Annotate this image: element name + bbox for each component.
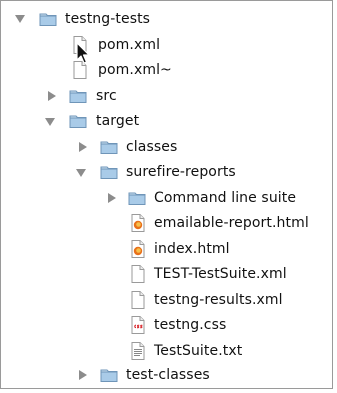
- folder-icon: [69, 87, 87, 105]
- tree-row-testng-tests[interactable]: testng-tests: [1, 7, 332, 31]
- tree-item-label: surefire-reports: [126, 164, 236, 180]
- tree-item-label: target: [96, 113, 140, 129]
- collapsed-triangle-icon[interactable]: [107, 193, 117, 203]
- tree-item-label: TEST-TestSuite.xml: [154, 266, 287, 282]
- blank-document-icon: [129, 291, 147, 309]
- tree-item-label: classes: [126, 139, 178, 155]
- expanded-triangle-icon[interactable]: [45, 117, 55, 127]
- html-document-icon: [129, 240, 147, 258]
- tree-item-label: emailable-report.html: [154, 215, 309, 231]
- tree-row-target[interactable]: target: [1, 109, 332, 133]
- tree-row-pom-xml[interactable]: pom.xml: [1, 33, 332, 57]
- expanded-triangle-icon[interactable]: [15, 14, 25, 24]
- blank-document-icon: [129, 265, 147, 283]
- css-document-icon: [129, 316, 147, 334]
- collapsed-triangle-icon[interactable]: [47, 91, 57, 101]
- tree-row-emailable-report[interactable]: emailable-report.html: [1, 211, 332, 235]
- text-document-icon: [129, 342, 147, 360]
- collapsed-triangle-icon[interactable]: [78, 142, 88, 152]
- tree-row-surefire-reports[interactable]: surefire-reports: [1, 160, 332, 184]
- collapsed-triangle-icon[interactable]: [78, 370, 88, 380]
- file-tree-panel: testng-tests pom.xml pom.xml~ src target…: [0, 0, 333, 389]
- tree-item-label: test-classes: [126, 367, 210, 383]
- tree-row-classes[interactable]: classes: [1, 135, 332, 159]
- tree-item-label: Command line suite: [154, 190, 297, 206]
- folder-icon: [39, 10, 57, 28]
- tree-row-test-testsuite-xml[interactable]: TEST-TestSuite.xml: [1, 262, 332, 286]
- tree-row-testng-css[interactable]: testng.css: [1, 313, 332, 337]
- tree-row-src[interactable]: src: [1, 84, 332, 108]
- tree-row-pom-xml-backup[interactable]: pom.xml~: [1, 58, 332, 82]
- html-document-icon: [129, 214, 147, 232]
- tree-row-testng-results-xml[interactable]: testng-results.xml: [1, 288, 332, 312]
- tree-item-label: TestSuite.txt: [154, 343, 243, 359]
- tree-row-testsuite-txt[interactable]: TestSuite.txt: [1, 339, 332, 363]
- folder-icon: [100, 138, 118, 156]
- folder-icon: [100, 163, 118, 181]
- tree-item-label: pom.xml~: [98, 62, 172, 78]
- mouse-pointer-icon: [76, 42, 92, 66]
- folder-icon: [100, 366, 118, 384]
- expanded-triangle-icon[interactable]: [76, 168, 86, 178]
- tree-item-label: testng.css: [154, 317, 227, 333]
- tree-item-label: testng-tests: [65, 11, 151, 27]
- folder-icon: [69, 112, 87, 130]
- tree-item-label: index.html: [154, 241, 230, 257]
- tree-row-index-html[interactable]: index.html: [1, 237, 332, 261]
- tree-row-command-line-suite[interactable]: Command line suite: [1, 186, 332, 210]
- folder-icon: [128, 189, 146, 207]
- tree-item-label: src: [96, 88, 117, 104]
- tree-item-label: pom.xml: [98, 37, 161, 53]
- tree-item-label: testng-results.xml: [154, 292, 283, 308]
- tree-row-test-classes[interactable]: test-classes: [1, 363, 332, 387]
